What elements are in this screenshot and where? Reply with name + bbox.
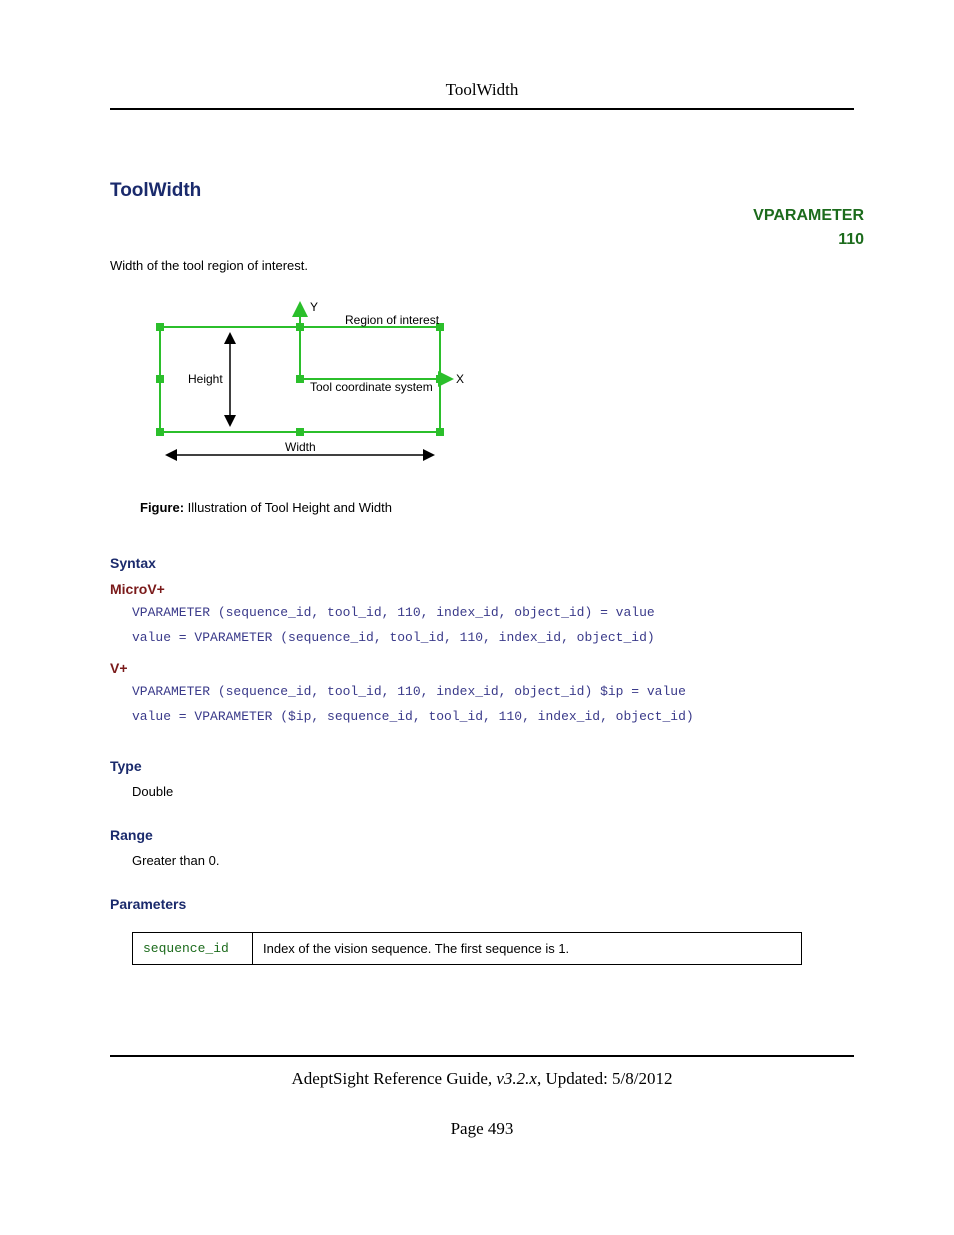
table-row: sequence_id Index of the vision sequence… — [133, 932, 802, 964]
figure-caption-text: Illustration of Tool Height and Width — [184, 500, 392, 515]
syntax-heading: Syntax — [110, 555, 854, 571]
vplus-heading: V+ — [110, 660, 854, 676]
parameters-heading: Parameters — [110, 896, 854, 912]
vplus-code: VPARAMETER (sequence_id, tool_id, 110, i… — [132, 680, 854, 729]
microv-heading: MicroV+ — [110, 581, 854, 597]
parameters-table: sequence_id Index of the vision sequence… — [132, 932, 802, 965]
figure-caption-prefix: Figure: — [140, 500, 184, 515]
page-number: Page 493 — [110, 1119, 854, 1139]
vparameter-label: VPARAMETER — [753, 204, 864, 228]
footer-version: , v3.2.x — [488, 1069, 537, 1088]
vparameter-number: 110 — [753, 228, 864, 252]
param-name: sequence_id — [133, 932, 253, 964]
range-value: Greater than 0. — [132, 853, 854, 868]
footer-guide: AdeptSight Reference Guide — [292, 1069, 488, 1088]
figure-caption: Figure: Illustration of Tool Height and … — [140, 500, 854, 515]
vparameter-badge: VPARAMETER 110 — [753, 204, 864, 252]
range-heading: Range — [110, 827, 854, 843]
param-desc: Index of the vision sequence. The first … — [253, 932, 802, 964]
roi-label: Region of interest — [345, 313, 440, 327]
type-heading: Type — [110, 758, 854, 774]
description: Width of the tool region of interest. — [110, 258, 854, 273]
type-value: Double — [132, 784, 854, 799]
microv-code: VPARAMETER (sequence_id, tool_id, 110, i… — [132, 601, 854, 650]
height-label: Height — [188, 372, 223, 386]
width-label: Width — [285, 440, 316, 454]
tool-coord-label: Tool coordinate system — [310, 380, 433, 394]
running-header: ToolWidth — [110, 80, 854, 110]
page-title: ToolWidth — [110, 180, 854, 202]
x-axis-label: X — [456, 372, 464, 386]
figure-diagram: Y X Region of interest Tool coordinate s… — [140, 297, 854, 482]
y-axis-label: Y — [310, 300, 318, 314]
footer-updated: , Updated: 5/8/2012 — [537, 1069, 673, 1088]
footer: AdeptSight Reference Guide, v3.2.x, Upda… — [110, 1055, 854, 1089]
